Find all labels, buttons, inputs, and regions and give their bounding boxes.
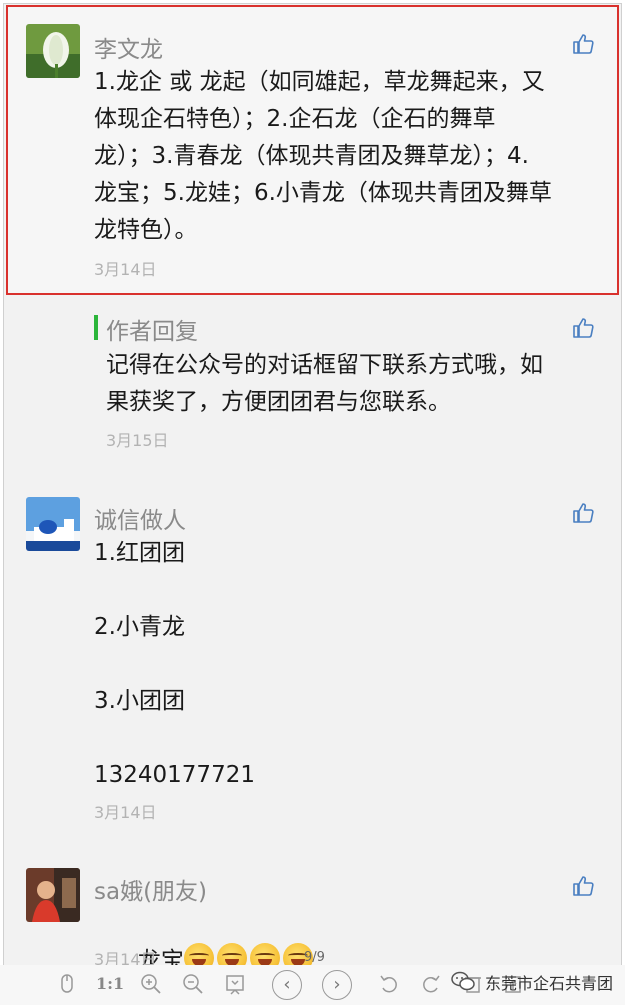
wechat-logo-icon	[451, 970, 475, 992]
mouse-icon[interactable]	[54, 971, 80, 997]
like-icon[interactable]	[571, 32, 595, 56]
avatar[interactable]	[26, 868, 80, 922]
reply-label: 作者回复	[106, 319, 198, 345]
comment-author[interactable]: sa娥(朋友)	[94, 872, 207, 906]
comment-date: 3月14日	[94, 260, 157, 279]
comment-author[interactable]: 诚信做人	[94, 501, 186, 535]
comment-text: 1.红团团 2.小青龙 3.小团团 13240177721	[94, 540, 255, 788]
avatar[interactable]	[26, 24, 80, 78]
page-indicator: 9/9	[304, 950, 325, 965]
reply-date: 3月15日	[106, 431, 169, 450]
comment-date: 3月14日	[94, 803, 157, 822]
prev-icon[interactable]: ‹	[272, 970, 302, 1000]
comments-panel: 李文龙 1.龙企 或 龙起（如同雄起，草龙舞起来，又 体现企石特色）；2.企石龙…	[3, 3, 622, 1002]
fit-screen-icon[interactable]	[222, 971, 248, 997]
avatar[interactable]	[26, 497, 80, 551]
zoom-in-icon[interactable]	[138, 971, 164, 997]
like-icon[interactable]	[571, 501, 595, 525]
reply-text: 记得在公众号的对话框留下联系方式哦，如 果获奖了，方便团团君与您联系。	[106, 352, 543, 415]
watermark-text: 东莞市企石共青团	[484, 974, 613, 993]
comment-text: 1.龙企 或 龙起（如同雄起，草龙舞起来，又 体现企石特色）；2.企石龙（企石的…	[94, 69, 552, 243]
actual-size-button[interactable]: 1:1	[96, 971, 124, 997]
reply-indicator-bar	[94, 315, 98, 340]
rotate-left-icon[interactable]	[376, 971, 402, 997]
rotate-right-icon[interactable]	[418, 971, 444, 997]
zoom-out-icon[interactable]	[180, 971, 206, 997]
like-icon[interactable]	[571, 874, 595, 898]
comment-author[interactable]: 李文龙	[94, 30, 163, 64]
like-icon[interactable]	[571, 316, 595, 340]
next-icon[interactable]: ›	[322, 970, 352, 1000]
